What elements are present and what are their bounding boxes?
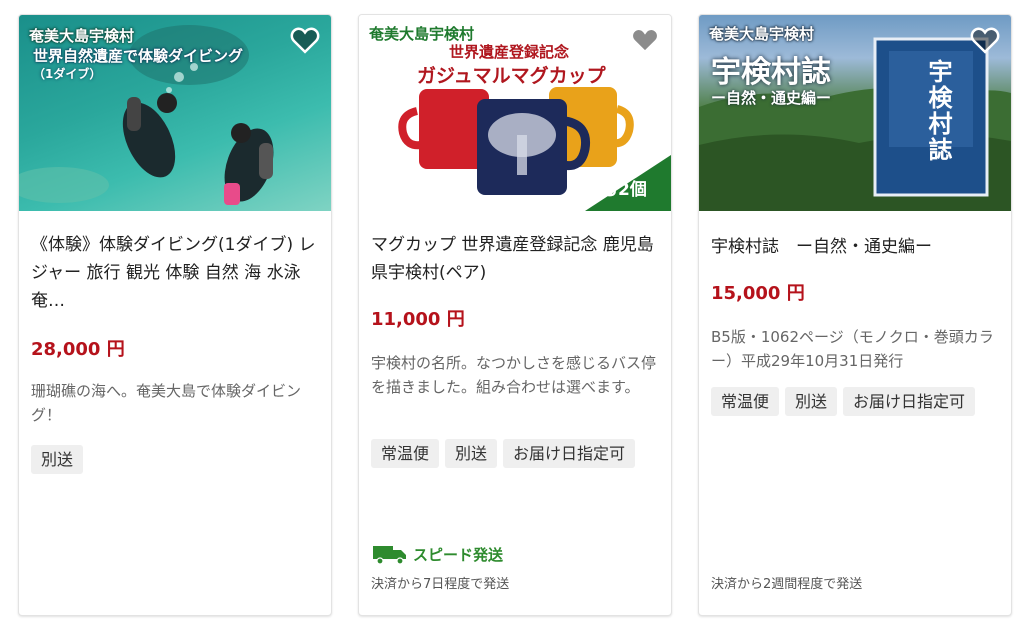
product-card[interactable]: 奄美大島宇検村 宇検村誌 ー自然・通史編ー 宇検村誌 宇検村誌 ー自然・通史編ー… — [698, 14, 1012, 616]
product-description: 宇検村の名所。なつかしさを感じるバス停を描きました。組み合わせは選べます。 — [371, 354, 657, 396]
product-description: B5版・1062ページ（モノクロ・巻頭カラー）平成29年10月31日発行 — [711, 328, 994, 370]
product-price: 11,000 円 — [371, 309, 465, 330]
truck-icon — [373, 546, 406, 565]
banner-line-3: ガジュマルマグカップ — [417, 65, 606, 87]
product-price: 15,000 円 — [711, 283, 805, 304]
banner-line-2: 世界自然遺産で体験ダイビング — [33, 47, 244, 65]
tag-separate-shipping: 別送 — [785, 387, 838, 416]
product-title[interactable]: 《体験》体験ダイビング(1ダイブ) レジャー 旅行 観光 体験 自然 海 水泳 … — [31, 231, 319, 315]
product-image[interactable]: 奄美大島宇検村 世界自然遺産で体験ダイビング （1ダイブ） — [19, 15, 331, 211]
heart-icon — [290, 27, 320, 54]
favorite-button[interactable] — [289, 25, 321, 55]
favorite-button[interactable] — [629, 25, 661, 55]
product-price: 28,000 円 — [31, 339, 125, 360]
product-card[interactable]: 奄美大島宇検村 世界自然遺産で体験ダイビング （1ダイブ） 《体験》体験ダイビン… — [18, 14, 332, 616]
tag-list: 常温便 別送 お届け日指定可 — [371, 439, 659, 468]
choice-badge: 選べる2個 — [567, 180, 647, 200]
landscape-illustration — [699, 37, 1011, 211]
banner-line-1: 奄美大島宇検村 — [709, 25, 815, 43]
product-card[interactable]: 奄美大島宇検村 世界遺産登録記念 ガジュマルマグカップ 選べる2個 マグカップ … — [358, 14, 672, 616]
tag-list: 別送 — [31, 445, 319, 474]
favorite-button[interactable] — [969, 25, 1001, 55]
shipping-note: 決済から2週間程度で発送 — [711, 577, 863, 592]
banner-line-2: 世界遺産登録記念 — [449, 43, 570, 61]
tag-ambient-delivery: 常温便 — [371, 439, 440, 468]
speed-shipping-badge: スピード発送 — [371, 543, 503, 565]
product-title[interactable]: マグカップ 世界遺産登録記念 鹿児島県宇検村(ペア) — [371, 231, 659, 287]
banner-line-3: ー自然・通史編ー — [711, 89, 832, 107]
book-cover-title: 宇検村誌 — [924, 59, 952, 163]
heart-icon — [970, 27, 1000, 54]
tag-list: 常温便 別送 お届け日指定可 — [711, 387, 999, 416]
product-image[interactable]: 奄美大島宇検村 世界遺産登録記念 ガジュマルマグカップ 選べる2個 — [359, 15, 671, 211]
tag-delivery-date: お届け日指定可 — [843, 387, 976, 416]
speed-shipping-label: スピード発送 — [413, 545, 504, 564]
tag-delivery-date: お届け日指定可 — [503, 439, 636, 468]
tag-ambient-delivery: 常温便 — [711, 387, 780, 416]
heart-icon — [630, 27, 660, 54]
shipping-note: 決済から7日程度で発送 — [371, 577, 510, 592]
banner-line-2: 宇検村誌 — [711, 55, 831, 90]
tag-separate-shipping: 別送 — [31, 445, 84, 474]
product-image[interactable]: 奄美大島宇検村 宇検村誌 ー自然・通史編ー 宇検村誌 — [699, 15, 1011, 211]
banner-line-1: 奄美大島宇検村 — [29, 27, 135, 45]
tag-separate-shipping: 別送 — [445, 439, 498, 468]
product-title[interactable]: 宇検村誌 ー自然・通史編ー — [711, 233, 999, 261]
product-description: 珊瑚礁の海へ。奄美大島で体験ダイビング！ — [31, 382, 302, 424]
banner-line-3: （1ダイブ） — [33, 67, 102, 81]
